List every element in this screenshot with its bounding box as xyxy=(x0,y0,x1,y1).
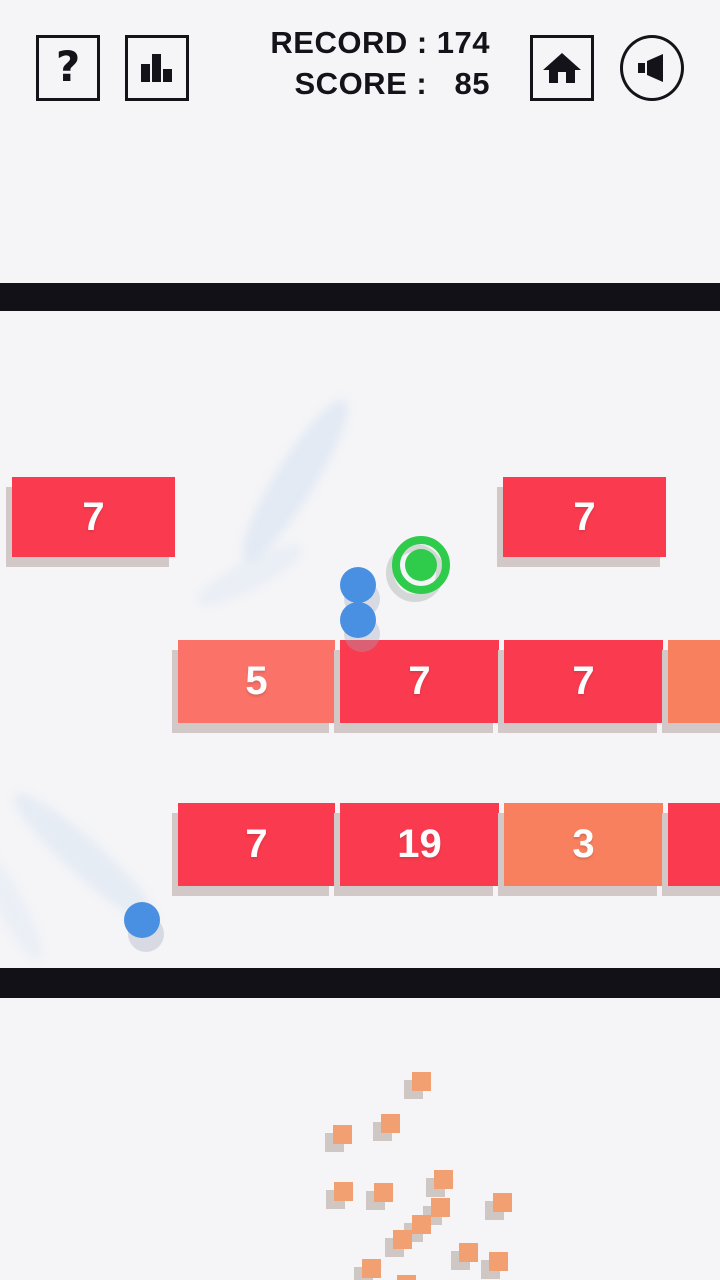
hud-bar: ? RECORD : 174 SCORE : 85 xyxy=(0,0,720,130)
score-display: RECORD : 174 SCORE : 85 xyxy=(200,22,490,104)
ball xyxy=(340,602,376,638)
block[interactable] xyxy=(668,803,720,886)
block[interactable]: 3 xyxy=(504,803,663,886)
particle xyxy=(397,1275,416,1280)
particle xyxy=(459,1243,478,1262)
help-button[interactable]: ? xyxy=(36,35,100,101)
question-mark-icon: ? xyxy=(55,42,81,91)
particle xyxy=(489,1252,508,1271)
wall-bottom xyxy=(0,968,720,998)
score-label: SCORE : 85 xyxy=(294,66,490,101)
particle xyxy=(412,1072,431,1091)
bar-chart-icon xyxy=(141,54,172,82)
particle xyxy=(431,1198,450,1217)
ball-trail-lower-tail xyxy=(0,840,53,968)
particle xyxy=(333,1125,352,1144)
home-icon xyxy=(543,53,581,83)
particle xyxy=(434,1170,453,1189)
ball xyxy=(340,567,376,603)
record-label: RECORD : 174 xyxy=(270,25,490,60)
particle xyxy=(334,1182,353,1201)
particle xyxy=(374,1183,393,1202)
home-button[interactable] xyxy=(530,35,594,101)
ball xyxy=(124,902,160,938)
target-core-icon xyxy=(405,549,437,581)
block[interactable]: 7 xyxy=(340,640,499,723)
game-field[interactable]: 7 7 5 7 7 7 19 3 xyxy=(0,130,720,1280)
block[interactable]: 7 xyxy=(503,477,666,557)
particle xyxy=(493,1193,512,1212)
block[interactable]: 5 xyxy=(178,640,335,723)
score-button[interactable] xyxy=(125,35,189,101)
block[interactable] xyxy=(668,640,720,723)
wall-top xyxy=(0,283,720,311)
block[interactable]: 19 xyxy=(340,803,499,886)
sound-button[interactable] xyxy=(620,35,684,101)
block[interactable]: 7 xyxy=(12,477,175,557)
block[interactable]: 7 xyxy=(178,803,335,886)
particle xyxy=(362,1259,381,1278)
block[interactable]: 7 xyxy=(504,640,663,723)
particle xyxy=(381,1114,400,1133)
speaker-icon xyxy=(638,54,663,82)
particle xyxy=(412,1215,431,1234)
particle xyxy=(393,1230,412,1249)
